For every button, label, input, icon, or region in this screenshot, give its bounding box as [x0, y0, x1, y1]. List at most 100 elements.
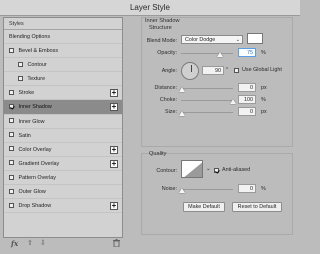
arrow-down-icon[interactable]: ⇩ [40, 239, 46, 247]
distance-input[interactable]: 0 [238, 83, 256, 92]
angle-input[interactable]: 90 [202, 66, 224, 75]
quality-group [141, 153, 293, 235]
distance-slider-thumb[interactable] [179, 87, 185, 92]
texture-item[interactable]: Texture [4, 72, 122, 87]
blend-mode-value: Color Dodge [185, 37, 216, 43]
noise-unit: % [261, 186, 266, 192]
size-slider-thumb[interactable] [179, 111, 185, 116]
size-unit: px [261, 109, 267, 115]
anti-aliased-label: Anti-aliased [222, 167, 251, 173]
angle-dial-hand [190, 65, 192, 72]
structure-title: Structure [149, 25, 172, 31]
make-default-button[interactable]: Make Default [183, 202, 225, 212]
size-label: Size: [165, 109, 177, 115]
inner-shadow-title: Inner Shadow [145, 18, 180, 24]
contour-label: Contour: [156, 168, 177, 174]
add-stroke-button[interactable]: + [110, 89, 118, 98]
inner-glow-label: Inner Glow [18, 118, 45, 125]
angle-label: Angle: [161, 68, 177, 74]
stroke-checkbox[interactable] [9, 89, 14, 95]
size-input[interactable]: 0 [238, 107, 256, 116]
blending-options-item[interactable]: Blending Options [4, 30, 122, 45]
inner-glow-item[interactable]: Inner Glow [4, 115, 122, 129]
color-overlay-item[interactable]: Color Overlay + [4, 143, 122, 157]
outer-glow-label: Outer Glow [18, 189, 46, 196]
gradient-overlay-checkbox[interactable] [9, 160, 14, 166]
add-color-overlay-button[interactable]: + [110, 145, 118, 154]
color-overlay-label: Color Overlay [18, 146, 52, 153]
arrow-up-icon[interactable]: ⇧ [27, 239, 33, 247]
texture-checkbox[interactable] [18, 75, 23, 81]
inner-shadow-label: Inner Shadow [18, 104, 52, 111]
choke-input[interactable]: 100 [238, 95, 256, 104]
angle-dial[interactable] [181, 62, 199, 80]
distance-label: Distance: [154, 85, 177, 91]
gradient-overlay-item[interactable]: Gradient Overlay + [4, 157, 122, 171]
choke-slider-thumb[interactable] [230, 99, 236, 104]
noise-slider-track[interactable] [181, 189, 233, 191]
add-drop-shadow-button[interactable]: + [110, 202, 118, 211]
window-title: Layer Style [129, 3, 171, 12]
chevron-down-icon: ⌄ [235, 37, 240, 43]
satin-item[interactable]: Satin [4, 129, 122, 143]
title-bar: Layer Style [0, 0, 300, 16]
gradient-overlay-label: Gradient Overlay [18, 160, 60, 167]
pattern-overlay-label: Pattern Overlay [18, 174, 56, 181]
satin-label: Satin [18, 132, 31, 139]
pattern-overlay-item[interactable]: Pattern Overlay [4, 171, 122, 186]
size-slider-track[interactable] [181, 112, 233, 114]
bevel-emboss-item[interactable]: Bevel & Emboss [4, 44, 122, 59]
add-gradient-overlay-button[interactable]: + [110, 159, 118, 168]
inner-shadow-checkbox[interactable] [9, 104, 14, 110]
drop-shadow-label: Drop Shadow [18, 203, 52, 210]
stroke-item[interactable]: Stroke + [4, 86, 122, 101]
contour-checkbox[interactable] [18, 61, 23, 67]
bevel-emboss-checkbox[interactable] [9, 47, 14, 53]
noise-input[interactable]: 0 [238, 184, 256, 193]
texture-label: Texture [27, 76, 46, 83]
noise-label: Noise: [161, 186, 177, 192]
contour-item[interactable]: Contour [4, 58, 122, 73]
styles-panel: Styles Blending Options Bevel & Emboss C… [3, 17, 123, 238]
pattern-overlay-checkbox[interactable] [9, 174, 14, 180]
blend-mode-label: Blend Mode: [146, 38, 177, 44]
outer-glow-checkbox[interactable] [9, 188, 14, 194]
shadow-color-swatch[interactable] [247, 33, 263, 44]
contour-dropdown-icon[interactable]: ⌄ [206, 166, 211, 172]
add-inner-shadow-button[interactable]: + [110, 103, 118, 112]
choke-slider-track[interactable] [181, 100, 233, 102]
angle-unit: ° [226, 67, 229, 73]
opacity-unit: % [261, 50, 266, 56]
drop-shadow-checkbox[interactable] [9, 202, 14, 208]
reset-to-default-button[interactable]: Reset to Default [232, 202, 282, 212]
blending-options-label: Blending Options [9, 34, 51, 40]
drop-shadow-item[interactable]: Drop Shadow + [4, 199, 122, 214]
distance-unit: px [261, 85, 267, 91]
opacity-input[interactable]: 75 [238, 48, 256, 57]
opacity-slider-track[interactable] [181, 53, 233, 55]
fx-icon[interactable]: fx [11, 239, 18, 248]
anti-aliased-checkbox[interactable] [214, 168, 219, 173]
outer-glow-item[interactable]: Outer Glow [4, 185, 122, 200]
opacity-label: Opacity: [157, 50, 177, 56]
use-global-light-label: Use Global Light [242, 67, 282, 73]
inner-glow-checkbox[interactable] [9, 118, 14, 124]
stroke-label: Stroke [18, 90, 35, 97]
opacity-slider-thumb[interactable] [217, 52, 223, 57]
choke-unit: % [261, 97, 266, 103]
contour-preview[interactable] [181, 160, 203, 178]
use-global-light-checkbox[interactable] [234, 68, 239, 73]
inner-shadow-item[interactable]: Inner Shadow + [4, 100, 122, 115]
color-overlay-checkbox[interactable] [9, 146, 14, 152]
styles-bottom-bar: fx ⇧ ⇩ [3, 238, 123, 251]
trash-icon[interactable] [113, 239, 120, 249]
bevel-emboss-label: Bevel & Emboss [18, 48, 59, 55]
styles-header: Styles [4, 18, 122, 30]
satin-checkbox[interactable] [9, 132, 14, 138]
quality-title: Quality [149, 151, 167, 157]
choke-label: Choke: [159, 97, 177, 103]
distance-slider-track[interactable] [181, 88, 233, 90]
contour-label: Contour [27, 62, 47, 69]
noise-slider-thumb[interactable] [179, 188, 185, 193]
blend-mode-select[interactable]: Color Dodge ⌄ [181, 35, 243, 44]
